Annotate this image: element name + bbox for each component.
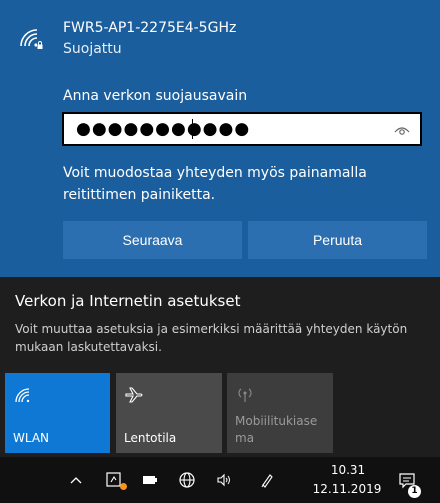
text-caret [192,119,193,139]
network-flyout: FWR5-AP1-2275E4-5GHz Suojattu Anna verko… [0,0,440,457]
taskbar: 10.31 12.11.2019 1 [0,457,440,503]
hotspot-icon [238,388,252,402]
network-ssid: FWR5-AP1-2275E4-5GHz [63,20,237,36]
network-settings-description: Voit muuttaa asetuksia ja esimerkiksi mä… [15,322,408,354]
notification-count-badge: 1 [408,485,421,498]
airplane-icon [125,387,143,403]
password-mask: ●●●●●●●●●●● [76,119,251,139]
mobile-hotspot-tile-label: Mobiilitukiase ma [235,414,318,445]
airplane-mode-tile-label: Lentotila [124,431,177,445]
reveal-password-icon[interactable] [394,124,410,136]
selected-network-panel: FWR5-AP1-2275E4-5GHz Suojattu Anna verko… [0,0,440,277]
wifi-icon [15,388,30,403]
network-globe-icon[interactable] [177,470,197,490]
wlan-tile-label: WLAN [13,431,50,445]
battery-icon[interactable] [140,470,160,490]
cancel-button[interactable]: Peruuta [248,221,427,259]
warning-dot [120,483,127,490]
pen-icon[interactable] [258,470,278,490]
chevron-up-icon[interactable] [66,470,86,490]
next-button[interactable]: Seuraava [63,221,242,259]
airplane-mode-tile[interactable]: Lentotila [116,373,222,453]
network-settings-link[interactable]: Verkon ja Internetin asetukset [15,292,240,310]
security-key-label: Anna verkon suojausavain [63,88,248,104]
volume-icon[interactable] [214,470,234,490]
wifi-secured-icon [20,29,43,49]
clock-time[interactable]: 10.31 [319,463,377,477]
wlan-tile[interactable]: WLAN [5,373,110,453]
security-key-input[interactable]: ●●●●●●●●●●● [62,112,422,146]
router-button-hint: Voit muodostaa yhteyden myös painamalla … [63,165,367,203]
clock-date[interactable]: 12.11.2019 [307,482,387,496]
network-status: Suojattu [63,41,122,57]
mobile-hotspot-tile[interactable]: Mobiilitukiase ma [227,373,333,453]
